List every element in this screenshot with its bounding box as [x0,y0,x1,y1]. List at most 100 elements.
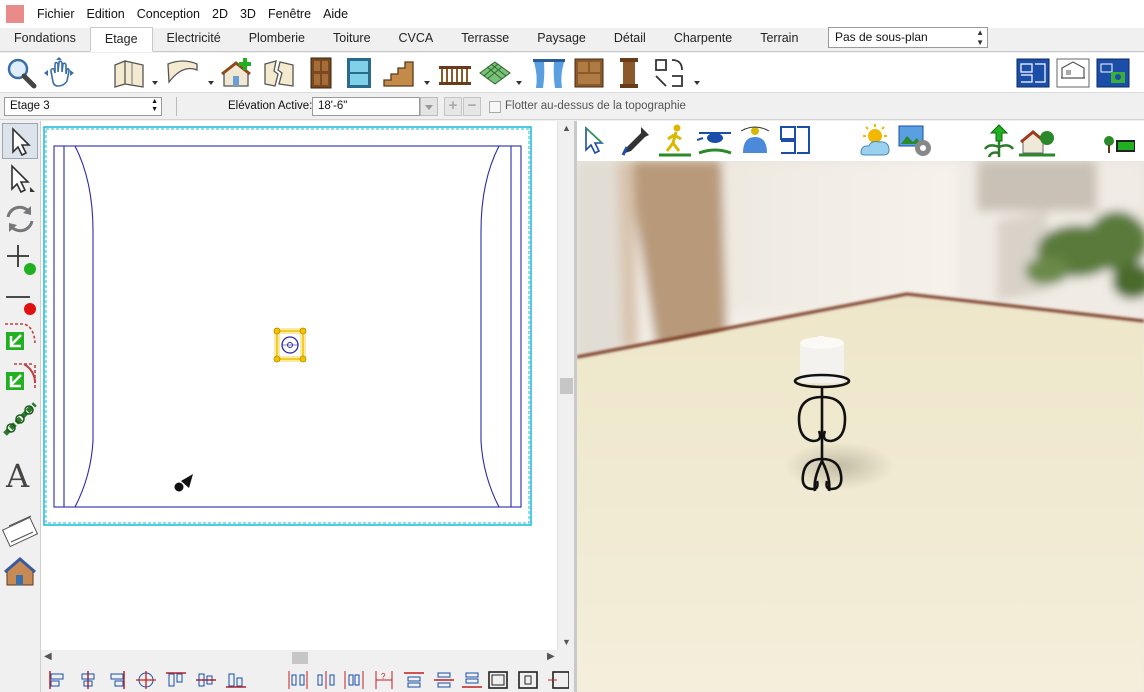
scroll-left-icon[interactable]: ◀ [44,651,52,662]
tab-detail[interactable]: Détail [600,27,660,51]
subplan-select[interactable]: Pas de sous-plan ▲ ▼ [828,27,988,48]
menu-3d[interactable]: 3D [234,0,262,28]
orbit-icon[interactable] [737,123,773,159]
camera-plan-icon[interactable] [1096,56,1130,90]
tab-terrasse[interactable]: Terrasse [447,27,523,51]
menu-2d[interactable]: 2D [206,0,234,28]
rotate-icon[interactable] [2,201,38,237]
room-layout-icon[interactable] [777,123,813,159]
select-3d-icon[interactable] [579,123,615,159]
render-scene [577,161,1144,692]
column-icon[interactable] [612,56,646,90]
menu-edition[interactable]: Edition [81,0,131,28]
film-icon[interactable] [1,513,39,549]
distance-query-icon[interactable]: ? [373,670,395,690]
curved-wall-icon[interactable] [166,56,200,90]
align-top-icon[interactable] [165,670,187,690]
shape-tools-icon[interactable] [652,56,686,90]
plan-vertical-scrollbar[interactable]: ▲ ▼ [557,121,574,650]
align-center-icon[interactable] [77,670,99,690]
render-settings-icon[interactable] [897,123,933,159]
zoom-icon[interactable] [4,56,38,90]
align-top-edge-icon[interactable] [403,670,425,690]
center-both-icon[interactable] [135,670,157,690]
frame-center-icon[interactable] [517,670,539,690]
chain-icon[interactable] [2,401,38,437]
door-icon[interactable] [304,56,338,90]
tab-cvca[interactable]: CVCA [385,27,448,51]
railing-icon[interactable] [438,56,472,90]
walk-icon[interactable] [657,123,693,159]
plan-view[interactable] [41,121,574,650]
tab-etage[interactable]: Etage [89,27,153,52]
menu-fenetre[interactable]: Fenêtre [262,0,317,28]
align-right-icon[interactable] [105,670,127,690]
selected-candle-object[interactable] [273,327,307,363]
scroll-down-icon[interactable]: ▼ [562,637,571,647]
decrease-elevation-button[interactable]: − [463,97,481,116]
dropdown-arrow-icon[interactable] [694,81,700,85]
tree-toggle-icon[interactable] [1099,123,1136,159]
stairs-icon[interactable] [382,56,416,90]
elevation-view-icon[interactable] [1056,56,1090,90]
add-house-icon[interactable] [220,56,254,90]
dropdown-arrow-icon[interactable] [152,81,158,85]
camera-marker-icon[interactable] [174,474,194,492]
plan-horizontal-scrollbar[interactable]: ◀ ▶ [41,650,574,666]
pan-hand-icon[interactable] [42,56,76,90]
window-icon[interactable] [342,56,376,90]
align-bottom-edge-icon[interactable] [461,670,483,690]
scroll-thumb[interactable] [292,652,308,664]
scroll-up-icon[interactable]: ▲ [562,123,571,133]
tab-terrain[interactable]: Terrain [746,27,812,51]
distribute-space-icon[interactable] [343,670,365,690]
wall-icon[interactable] [112,56,146,90]
frame-icon[interactable] [487,670,509,690]
sun-icon[interactable] [857,123,893,159]
align-mid-edge-icon[interactable] [433,670,455,690]
dropdown-arrow-icon[interactable] [516,81,522,85]
tab-plomberie[interactable]: Plomberie [235,27,319,51]
floor-select[interactable]: Etage 3 ▲ ▼ [4,97,162,116]
float-checkbox[interactable] [489,101,501,113]
fillet-icon[interactable] [2,361,38,397]
tab-electricite[interactable]: Electricité [153,27,235,51]
join-icon[interactable] [2,321,38,357]
house-icon[interactable] [2,553,38,589]
break-wall-icon[interactable] [262,56,296,90]
text-icon[interactable]: A [2,457,38,495]
scroll-thumb[interactable] [560,378,573,394]
eyedropper-icon[interactable] [617,123,653,159]
delete-point-icon[interactable] [2,281,38,317]
elevation-input[interactable]: 18'-6" [312,97,420,116]
curtain-icon[interactable] [532,56,566,90]
align-left-icon[interactable] [47,670,69,690]
plant-icon[interactable] [981,123,1017,159]
cabinet-icon[interactable] [572,56,606,90]
increase-elevation-button[interactable]: + [444,97,462,116]
floor-pattern-icon[interactable] [478,56,512,90]
menu-fichier[interactable]: Fichier [31,0,81,28]
dropdown-arrow-icon[interactable] [424,81,430,85]
distribute-center-icon[interactable] [315,670,337,690]
fly-icon[interactable] [696,123,733,159]
align-middle-icon[interactable] [195,670,217,690]
tab-paysage[interactable]: Paysage [523,27,600,51]
menu-conception[interactable]: Conception [131,0,206,28]
distribute-h-icon[interactable] [287,670,309,690]
frame-corner-icon[interactable] [547,670,570,690]
house-landscape-icon[interactable] [1019,123,1055,159]
tab-toiture[interactable]: Toiture [319,27,385,51]
tab-charpente[interactable]: Charpente [660,27,746,51]
scroll-right-icon[interactable]: ▶ [547,651,555,662]
add-point-icon[interactable] [2,241,38,277]
camera-3d-view[interactable] [577,161,1144,692]
align-bottom-icon[interactable] [225,670,247,690]
plan-view-icon[interactable] [1016,56,1050,90]
dropdown-arrow-icon[interactable] [208,81,214,85]
tab-fondations[interactable]: Fondations [0,27,90,51]
select-arrow-icon[interactable] [2,123,38,159]
menu-aide[interactable]: Aide [317,0,354,28]
elevation-dropdown-button[interactable] [420,97,438,116]
edit-arrow-icon[interactable] [2,161,38,197]
